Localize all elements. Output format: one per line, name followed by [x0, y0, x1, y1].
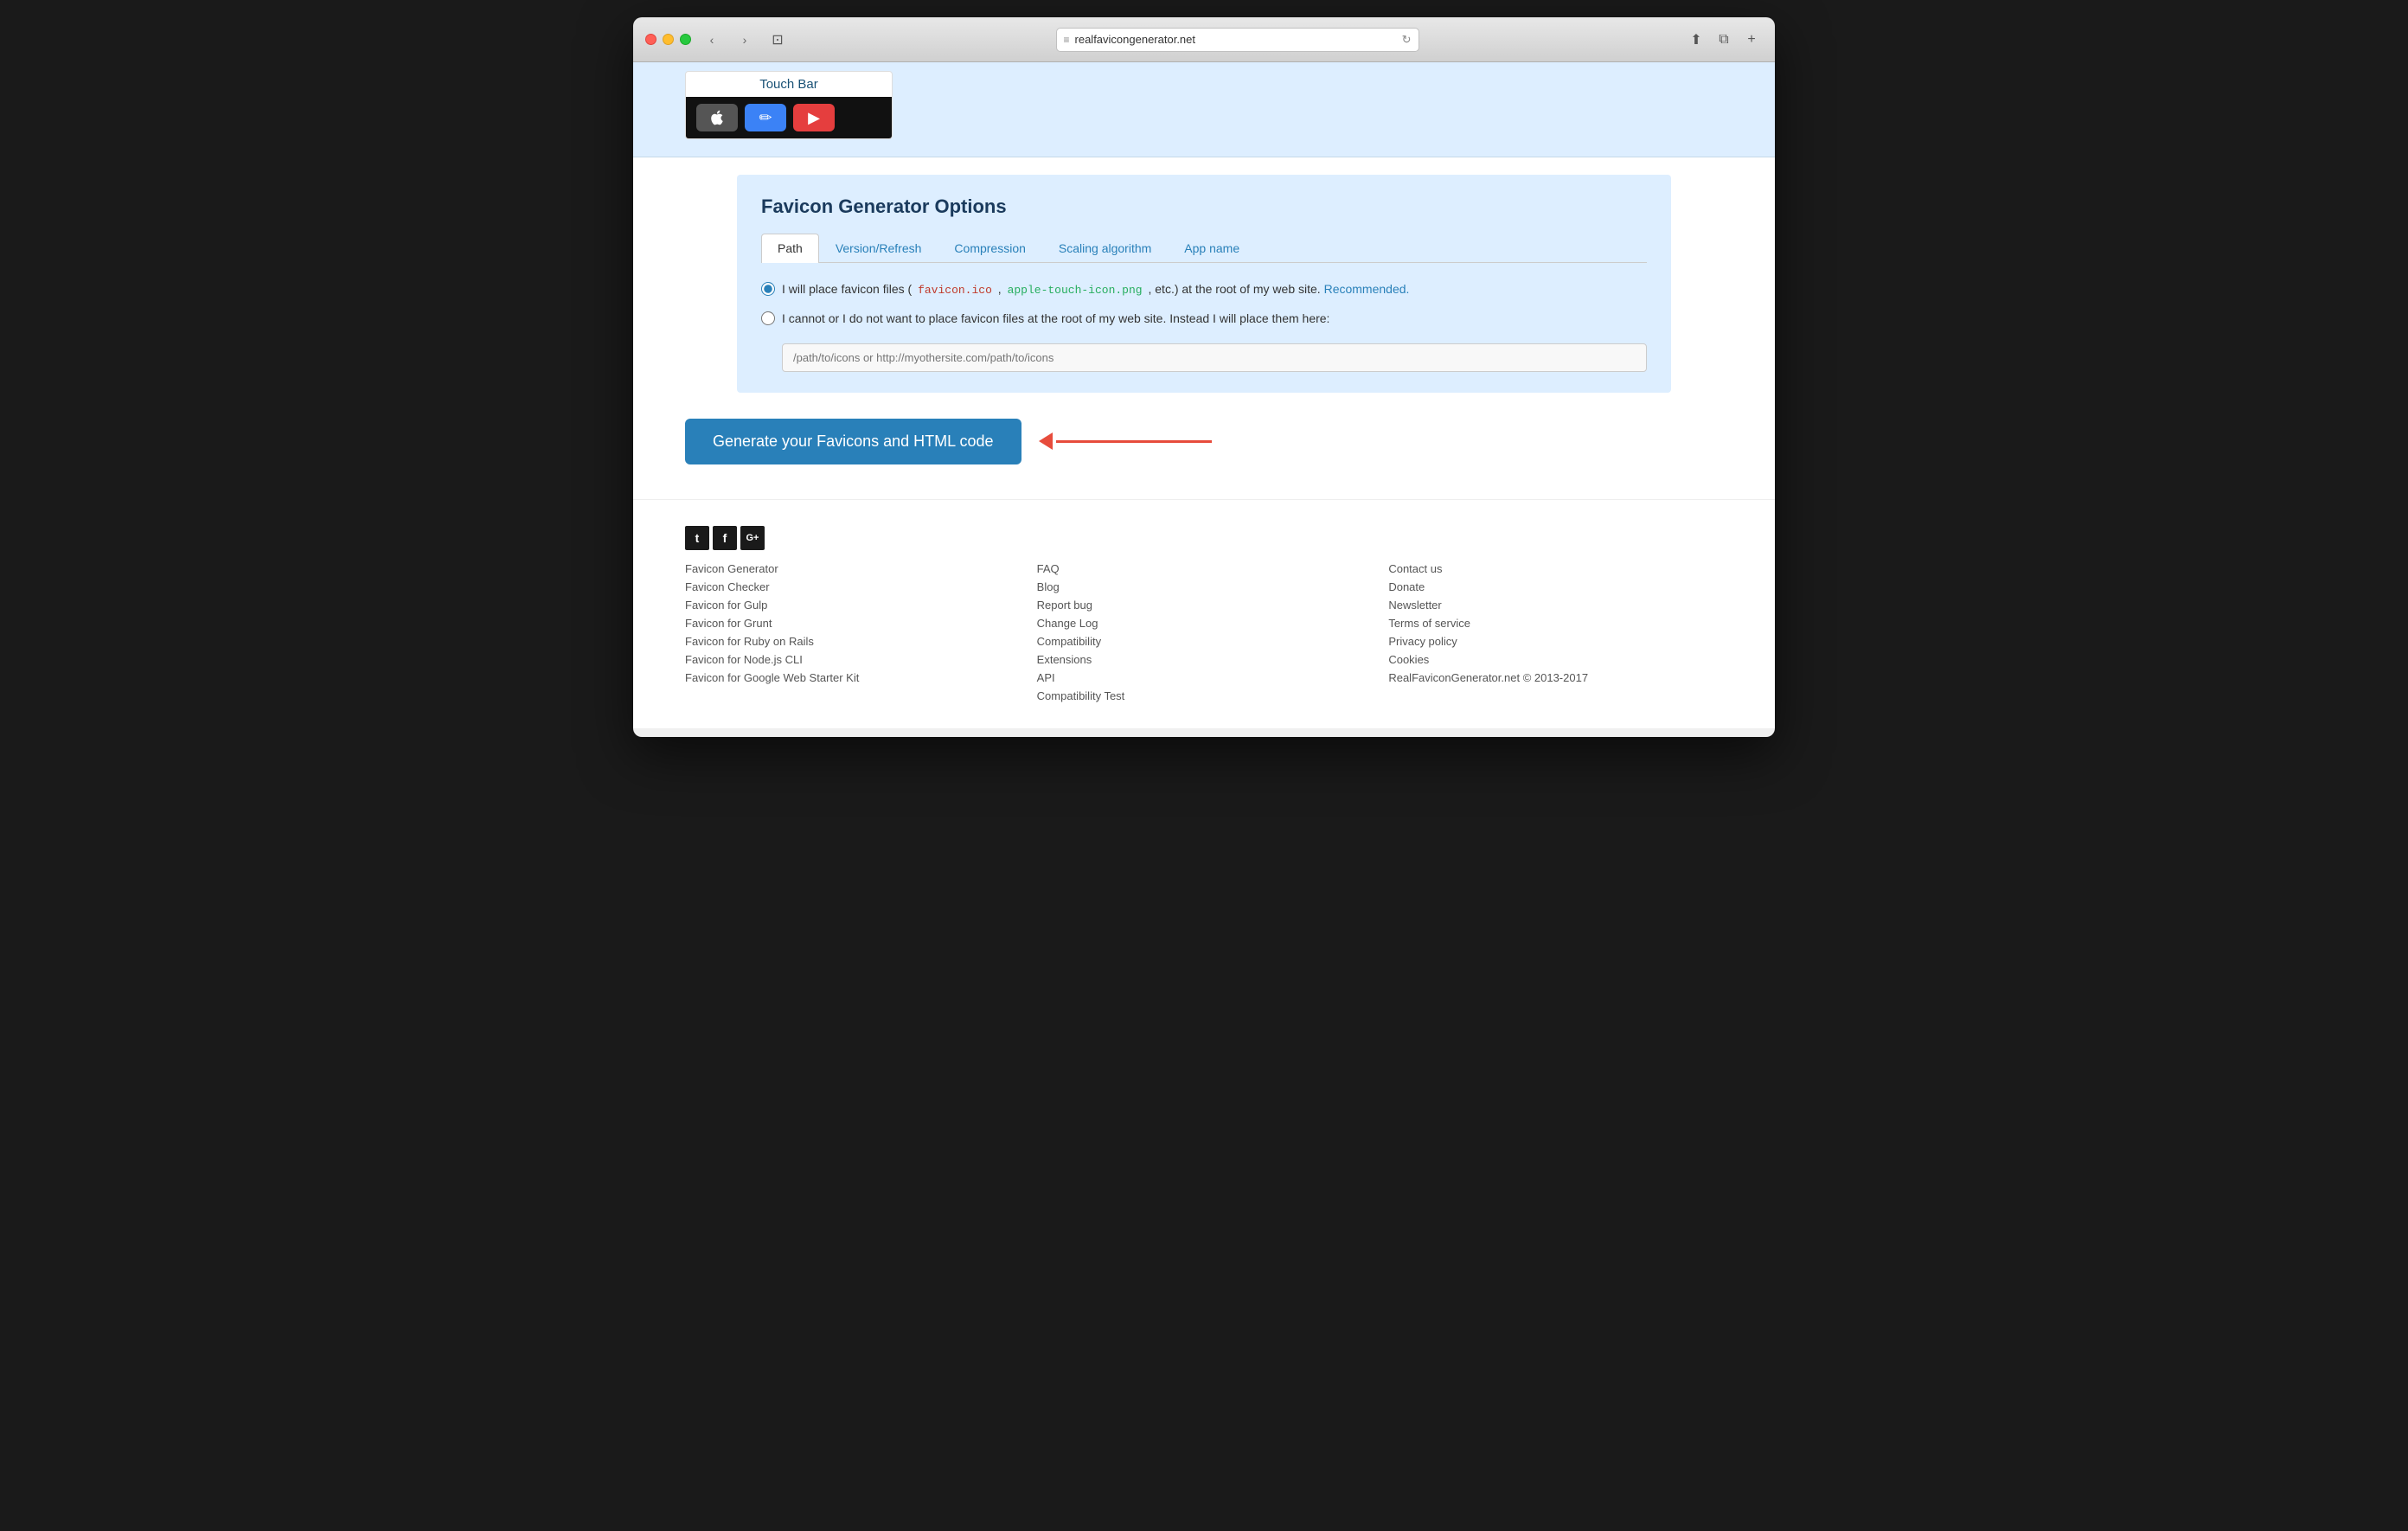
- close-button[interactable]: [645, 34, 656, 45]
- touch-bar-section: Touch Bar ✏ ▶: [633, 62, 1775, 157]
- radio-root[interactable]: [761, 282, 775, 296]
- back-button[interactable]: ‹: [700, 30, 724, 49]
- code-favicon-ico: favicon.ico: [915, 283, 995, 298]
- footer-social: t f G+: [685, 526, 1723, 550]
- footer-link-favicon-grunt[interactable]: Favicon for Grunt: [685, 617, 1020, 630]
- footer: t f G+ Favicon Generator Favicon Checker…: [633, 499, 1775, 728]
- options-title: Favicon Generator Options: [761, 195, 1647, 218]
- hamburger-icon: ≡: [1064, 34, 1070, 46]
- footer-link-favicon-ruby[interactable]: Favicon for Ruby on Rails: [685, 635, 1020, 648]
- footer-col-2: FAQ Blog Report bug Change Log Compatibi…: [1037, 562, 1372, 702]
- footer-link-api[interactable]: API: [1037, 671, 1372, 684]
- traffic-lights: [645, 34, 691, 45]
- minimize-button[interactable]: [663, 34, 674, 45]
- twitter-icon[interactable]: t: [685, 526, 709, 550]
- footer-link-favicon-gwsk[interactable]: Favicon for Google Web Starter Kit: [685, 671, 1020, 684]
- url-text: realfavicongenerator.net: [1075, 33, 1195, 46]
- radio-custom-label: I cannot or I do not want to place favic…: [782, 310, 1329, 328]
- touch-bar-icons: ✏ ▶: [686, 97, 892, 138]
- touch-bar-youtube-icon: ▶: [793, 104, 835, 131]
- generate-button[interactable]: Generate your Favicons and HTML code: [685, 419, 1021, 464]
- footer-link-compatibility-test[interactable]: Compatibility Test: [1037, 689, 1372, 702]
- tab-compression[interactable]: Compression: [938, 234, 1041, 262]
- radio-option-custom: I cannot or I do not want to place favic…: [761, 310, 1647, 328]
- footer-link-compatibility[interactable]: Compatibility: [1037, 635, 1372, 648]
- footer-link-favicon-nodejs[interactable]: Favicon for Node.js CLI: [685, 653, 1020, 666]
- footer-link-blog[interactable]: Blog: [1037, 580, 1372, 593]
- footer-link-favicon-generator[interactable]: Favicon Generator: [685, 562, 1020, 575]
- footer-link-changelog[interactable]: Change Log: [1037, 617, 1372, 630]
- touch-bar-apple-icon: [696, 104, 738, 131]
- facebook-icon[interactable]: f: [713, 526, 737, 550]
- google-plus-icon[interactable]: G+: [740, 526, 765, 550]
- options-section: Favicon Generator Options Path Version/R…: [737, 175, 1671, 393]
- tab-scaling-algorithm[interactable]: Scaling algorithm: [1042, 234, 1168, 262]
- footer-link-faq[interactable]: FAQ: [1037, 562, 1372, 575]
- path-input[interactable]: [782, 343, 1647, 372]
- sidebar-button[interactable]: ⊡: [765, 30, 790, 49]
- code-apple-touch-icon: apple-touch-icon.png: [1005, 283, 1145, 298]
- footer-link-privacy[interactable]: Privacy policy: [1388, 635, 1723, 648]
- touch-bar-card: Touch Bar ✏ ▶: [685, 71, 893, 139]
- tab-app-name[interactable]: App name: [1168, 234, 1256, 262]
- arrow-container: [1039, 432, 1212, 450]
- recommended-text: Recommended.: [1324, 282, 1410, 296]
- footer-link-extensions[interactable]: Extensions: [1037, 653, 1372, 666]
- footer-link-contact[interactable]: Contact us: [1388, 562, 1723, 575]
- radio-option-root: I will place favicon files ( favicon.ico…: [761, 280, 1647, 299]
- footer-link-favicon-gulp[interactable]: Favicon for Gulp: [685, 599, 1020, 612]
- radio-custom[interactable]: [761, 311, 775, 325]
- footer-link-cookies[interactable]: Cookies: [1388, 653, 1723, 666]
- tabs-container: Path Version/Refresh Compression Scaling…: [761, 234, 1647, 263]
- toolbar-right: ⬆ ⧉ +: [1685, 29, 1763, 51]
- arrow-head: [1039, 432, 1053, 450]
- reload-icon[interactable]: ↻: [1402, 33, 1412, 47]
- footer-link-favicon-checker[interactable]: Favicon Checker: [685, 580, 1020, 593]
- forward-button[interactable]: ›: [733, 30, 757, 49]
- maximize-button[interactable]: [680, 34, 691, 45]
- tabs-button[interactable]: ⧉: [1713, 29, 1735, 51]
- tab-path[interactable]: Path: [761, 234, 819, 263]
- red-arrow: [1039, 432, 1212, 450]
- new-tab-button[interactable]: +: [1740, 29, 1763, 51]
- share-button[interactable]: ⬆: [1685, 29, 1707, 51]
- arrow-line: [1056, 440, 1212, 443]
- footer-grid: Favicon Generator Favicon Checker Favico…: [685, 562, 1723, 702]
- footer-link-donate[interactable]: Donate: [1388, 580, 1723, 593]
- radio-root-label: I will place favicon files ( favicon.ico…: [782, 280, 1409, 299]
- browser-content: Touch Bar ✏ ▶ Favicon: [633, 62, 1775, 737]
- address-bar[interactable]: ≡ realfavicongenerator.net ↻: [1056, 28, 1419, 52]
- footer-link-newsletter[interactable]: Newsletter: [1388, 599, 1723, 612]
- footer-link-terms[interactable]: Terms of service: [1388, 617, 1723, 630]
- footer-link-report-bug[interactable]: Report bug: [1037, 599, 1372, 612]
- tab-version-refresh[interactable]: Version/Refresh: [819, 234, 938, 262]
- touch-bar-label: Touch Bar: [686, 72, 892, 97]
- footer-col-3: Contact us Donate Newsletter Terms of se…: [1388, 562, 1723, 702]
- copyright-text: RealFaviconGenerator.net © 2013-2017: [1388, 671, 1723, 684]
- touch-bar-pencil-icon: ✏: [745, 104, 786, 131]
- generate-section: Generate your Favicons and HTML code: [633, 419, 1775, 499]
- footer-col-1: Favicon Generator Favicon Checker Favico…: [685, 562, 1020, 702]
